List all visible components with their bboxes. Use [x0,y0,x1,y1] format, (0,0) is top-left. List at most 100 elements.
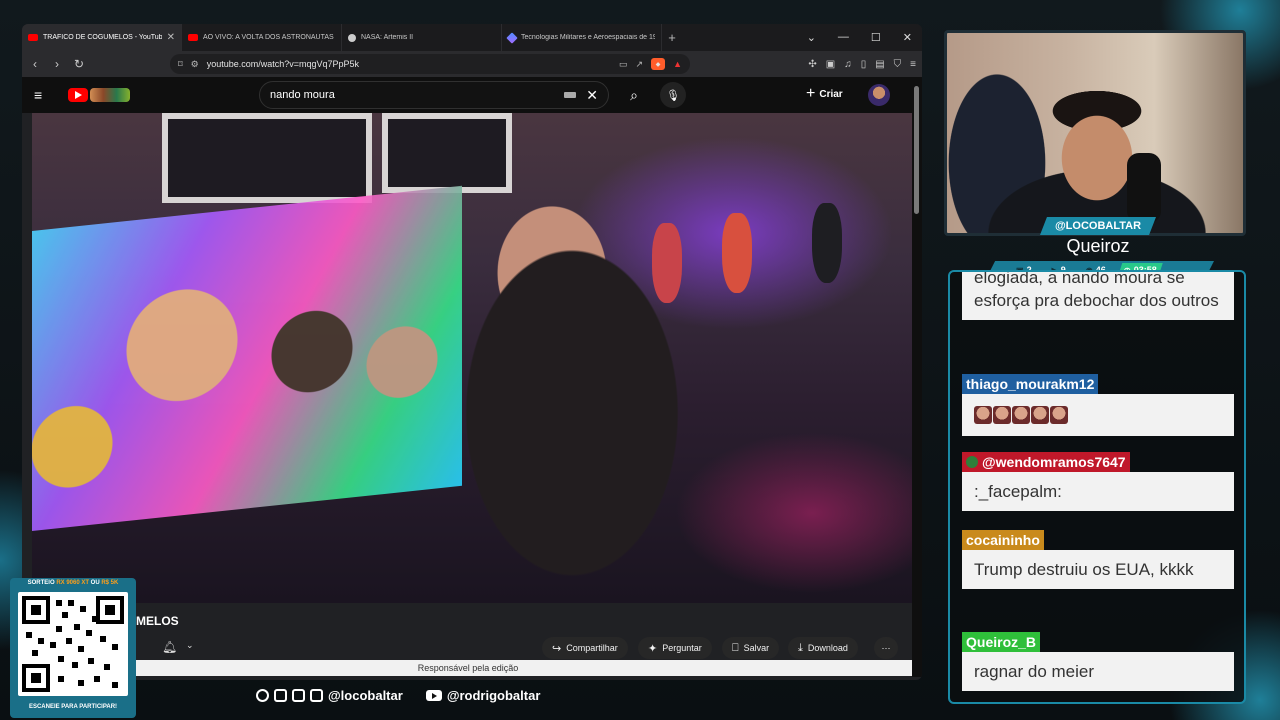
tab-nasa[interactable]: NASA: Artemis II [342,24,502,51]
search-input[interactable]: nando moura ✕ [259,81,609,109]
bell-icon[interactable]: 🔔︎ [162,640,177,654]
tab-tecnologias[interactable]: Tecnologias Militares e Aeroespaciais de… [502,24,662,51]
share-icon[interactable]: ↗ [636,59,644,70]
download-button[interactable]: ⤓ Download [788,637,858,659]
twitch-icon [292,689,305,702]
minimize-icon[interactable]: — [838,31,849,44]
giveaway-title: SORTEIO RX 9060 XT OU R$ 5K [10,580,136,586]
hamburger-icon[interactable]: ≡ [34,87,58,103]
url-text[interactable]: youtube.com/watch?v=mqgVq7PpP5k [207,59,611,69]
youtube-doodle[interactable] [90,88,130,102]
close-window-icon[interactable]: ✕ [903,31,912,44]
status-bar: Responsável pela edição [22,660,914,676]
giveaway-qr-card: SORTEIO RX 9060 XT OU R$ 5K ESCANEIE PAR… [10,578,136,718]
emote-icon [1031,406,1049,424]
tab-trafico[interactable]: TRÁFICO DE COGUMELOS - YouTube ✕ [22,24,182,51]
giveaway-prize-2: R$ 5K [101,580,119,586]
youtube-logo[interactable] [68,88,88,102]
tiktok-icon [274,689,287,702]
close-icon[interactable]: ✕ [167,32,175,43]
emote-icon [993,406,1011,424]
guitar [722,213,752,293]
social-handle-1: @locobaltar [328,688,403,703]
youtube-icon [188,34,198,41]
chevron-down-icon[interactable]: ⌄ [186,640,194,651]
search-icon: ⌕ [630,86,638,103]
giveaway-prize-1: RX 9060 XT [56,580,89,586]
address-bar[interactable]: ⌑ ⚙ youtube.com/watch?v=mqgVq7PpP5k ▭ ↗ … [170,54,690,74]
bookmark-icon: ⎕ [732,641,739,654]
search-query[interactable]: nando moura [270,89,564,101]
chat-panel: elogiada, a nando moura se esforça pra d… [948,270,1246,704]
chat-username: @wendomramos7647 [982,454,1126,470]
tab-title: NASA: Artemis II [361,34,414,41]
chat-username: Queiroz_B [962,632,1041,652]
nasa-icon [348,33,356,42]
chat-message: cocaininho Trump destruiu os EUA, kkkk [962,530,1234,589]
more-icon: ⋯ [881,642,891,653]
new-tab-button[interactable]: + [662,30,682,45]
window-controls: ⌄ — ☐ ✕ [807,31,922,44]
tab-ao-vivo[interactable]: AO VIVO: A VOLTA DOS ASTRONAUTAS DA [182,24,342,51]
emote-icon [974,406,992,424]
vpn-icon[interactable]: ⛉ [894,59,902,70]
create-label: Criar [819,88,843,100]
message-text: elogiada, a nando moura se esforça pra d… [962,272,1234,320]
emote-row [974,406,1222,424]
sidebar-icon[interactable]: ▯ [861,59,867,70]
message-text: :_facepalm: [962,472,1234,511]
chat-message: Queiroz_B ragnar do meier [962,632,1234,691]
microphone [1127,153,1161,223]
tab-strip: TRÁFICO DE COGUMELOS - YouTube ✕ AO VIVO… [22,24,922,51]
qr-code [18,592,128,696]
search-button[interactable]: ⌕ [618,81,650,109]
sparkle-icon: ✦ [648,642,658,655]
create-button[interactable]: + Criar [806,85,843,103]
video-actions: 🔔︎ ⌄ ↪ Compartilhar ✦ Perguntar ⎕ Salvar… [22,634,922,662]
youtube-icon [425,690,442,701]
tab-search-icon[interactable]: ⌄ [807,31,816,44]
rewards-icon[interactable]: ▲ [673,59,682,69]
tab-title: AO VIVO: A VOLTA DOS ASTRONAUTAS DA [203,34,335,41]
voice-search-button[interactable]: 🎙︎ [660,82,686,108]
streamer-name: Queiroz [1066,236,1130,256]
kick-icon [310,689,323,702]
social-handle-2: @rodrigobaltar [446,688,541,703]
instagram-icon [256,689,269,702]
scrollbar-thumb[interactable] [914,86,919,214]
giveaway-or: OU [90,580,100,586]
avatar[interactable] [868,84,890,106]
share-label: Compartilhar [566,643,618,653]
clear-icon[interactable]: ✕ [586,87,598,104]
more-button[interactable]: ⋯ [874,637,898,659]
extensions-icon[interactable]: ✣ [808,59,816,70]
cartoon-poster [32,185,462,531]
ask-label: Perguntar [662,643,702,653]
menu-icon[interactable]: ≡ [910,59,916,70]
chat-message: thiago_mourakm12 [962,374,1234,436]
forward-icon[interactable]: › [50,57,64,71]
download-icon: ⤓ [798,641,803,654]
site-info-icon[interactable]: ⚙ [191,59,199,70]
maximize-icon[interactable]: ☐ [871,31,881,44]
channel-handle: @LOCOBALTAR [1040,217,1156,235]
browser-toolbar: ‹ › ↻ ⌑ ⚙ youtube.com/watch?v=mqgVq7PpP5… [22,51,922,77]
media-icon[interactable]: ♫ [844,59,852,70]
reload-icon[interactable]: ↻ [72,57,86,71]
wallet-icon[interactable]: ▤ [875,59,884,70]
share-button[interactable]: ↪ Compartilhar [542,637,628,659]
screenshot-icon[interactable]: ▣ [826,59,835,70]
message-text: ragnar do meier [962,652,1234,691]
ask-button[interactable]: ✦ Perguntar [638,637,712,659]
keyboard-icon[interactable] [564,92,577,98]
download-label: Download [807,643,848,653]
cast-icon[interactable]: ▭ [619,59,628,70]
tab-title: TRÁFICO DE COGUMELOS - YouTube [43,34,162,41]
save-button[interactable]: ⎕ Salvar [722,637,780,659]
video-player[interactable] [32,113,912,603]
bookmark-icon[interactable]: ⌑ [178,59,183,70]
social-links: @locobaltar @rodrigobaltar [256,688,540,703]
brave-shield-icon[interactable]: ◆ [651,58,666,70]
wall-frame [382,113,512,193]
back-icon[interactable]: ‹ [28,57,42,71]
